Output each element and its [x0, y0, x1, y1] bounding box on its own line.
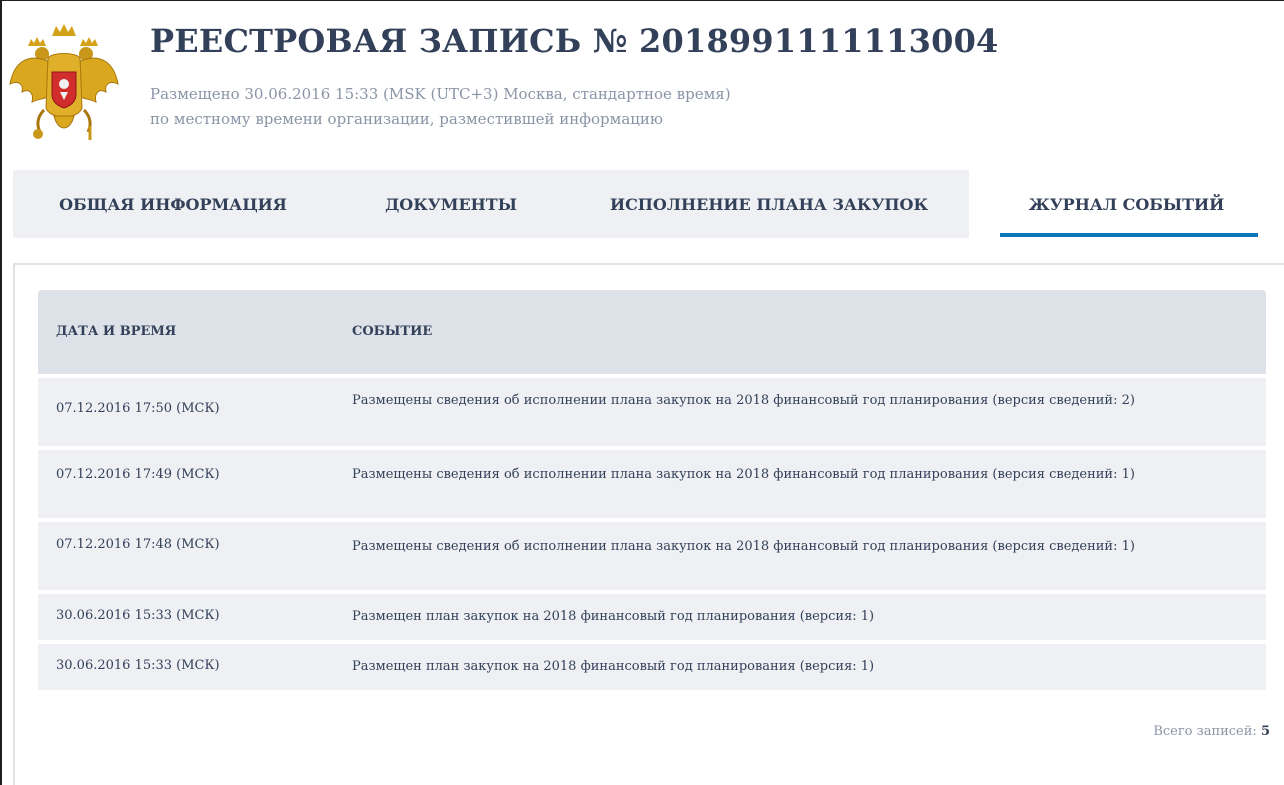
table-row: 07.12.2016 17:50 (МСК) Размещены сведени… [38, 378, 1266, 446]
coat-of-arms-icon [9, 24, 119, 140]
table-row: 07.12.2016 17:48 (МСК) Размещены сведени… [38, 522, 1266, 590]
row-date: 30.06.2016 15:33 (МСК) [56, 658, 220, 673]
window-border-left [0, 0, 2, 785]
row-event: Размещен план закупок на 2018 финансовый… [352, 609, 875, 624]
posted-line-1: Размещено 30.06.2016 15:33 (MSK (UTC+3) … [150, 85, 731, 103]
tab-plan-execution[interactable]: ИСПОЛНЕНИЕ ПЛАНА ЗАКУПОК [569, 170, 969, 238]
row-event: Размещен план закупок на 2018 финансовый… [352, 659, 875, 674]
row-date: 30.06.2016 15:33 (МСК) [56, 608, 220, 623]
active-tab-indicator [1000, 233, 1258, 237]
row-date: 07.12.2016 17:48 (МСК) [56, 537, 220, 552]
window-border-top [0, 0, 1284, 1]
total-records-count: 5 [1260, 724, 1270, 739]
row-event: Размещены сведения об исполнении плана з… [352, 467, 1135, 482]
column-header-date[interactable]: ДАТА И ВРЕМЯ [56, 290, 176, 374]
total-records-label: Всего записей: [1153, 724, 1257, 739]
tab-bar: ОБЩАЯ ИНФОРМАЦИЯ ДОКУМЕНТЫ ИСПОЛНЕНИЕ ПЛ… [13, 170, 1284, 238]
posted-line-2: по местному времени организации, размест… [150, 110, 663, 128]
tab-documents[interactable]: ДОКУМЕНТЫ [333, 170, 569, 238]
row-event: Размещены сведения об исполнении плана з… [352, 393, 1135, 408]
column-header-event[interactable]: СОБЫТИЕ [352, 290, 432, 374]
table-row: 07.12.2016 17:49 (МСК) Размещены сведени… [38, 450, 1266, 518]
total-records: Всего записей: 5 [1153, 724, 1270, 739]
panel-top-border [13, 263, 1284, 265]
posted-info: Размещено 30.06.2016 15:33 (MSK (UTC+3) … [150, 82, 731, 132]
row-date: 07.12.2016 17:49 (МСК) [56, 467, 220, 482]
page-title: РЕЕСТРОВАЯ ЗАПИСЬ № 2018991111113004 [150, 22, 999, 60]
table-header: ДАТА И ВРЕМЯ СОБЫТИЕ [38, 290, 1266, 374]
row-event: Размещены сведения об исполнении плана з… [352, 539, 1135, 554]
tab-general-info[interactable]: ОБЩАЯ ИНФОРМАЦИЯ [13, 170, 333, 238]
panel-left-border [13, 263, 15, 785]
row-date: 07.12.2016 17:50 (МСК) [56, 401, 220, 416]
table-row: 30.06.2016 15:33 (МСК) Размещен план зак… [38, 644, 1266, 690]
table-row: 30.06.2016 15:33 (МСК) Размещен план зак… [38, 594, 1266, 640]
tab-event-log[interactable]: ЖУРНАЛ СОБЫТИЙ [969, 170, 1284, 238]
